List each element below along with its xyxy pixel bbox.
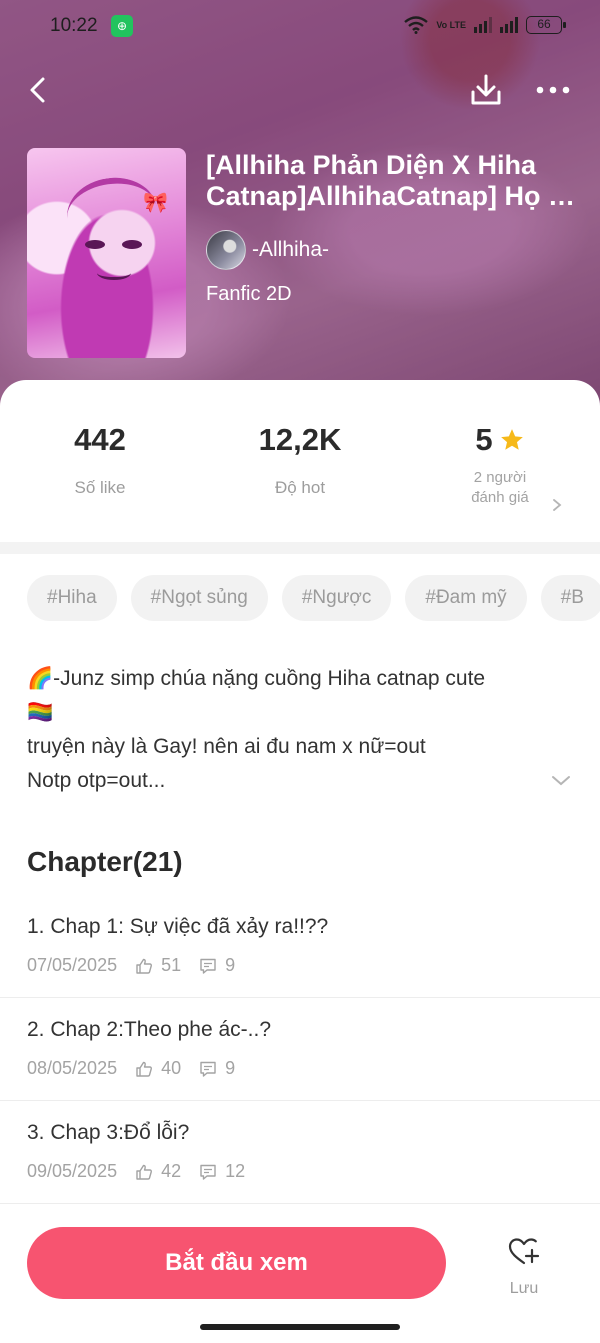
comment-icon bbox=[200, 1164, 216, 1180]
chevron-right-icon[interactable] bbox=[550, 497, 564, 513]
description-line: 🏳️‍🌈 bbox=[27, 701, 54, 724]
chapter-item[interactable]: 2. Chap 2:Theo phe ác-..? 08/05/2025 40 … bbox=[0, 998, 600, 1101]
tag-chip[interactable]: #Ngược bbox=[281, 575, 392, 621]
cover-art-bow: 🎀 bbox=[143, 192, 168, 214]
author-avatar bbox=[206, 230, 246, 270]
rating-label: 2 người đánh giá bbox=[400, 468, 600, 508]
stats-row: 442 Số like 12,2K Độ hot 5 2 người đánh … bbox=[0, 420, 600, 540]
back-arrow-icon[interactable] bbox=[20, 72, 56, 108]
chapter-meta: 08/05/2025 40 9 bbox=[27, 1058, 235, 1079]
save-label[interactable]: Lưu bbox=[500, 1280, 548, 1298]
chapter-title: 3. Chap 3:Đổ lỗi? bbox=[27, 1121, 190, 1144]
story-genre: Fanfic 2D bbox=[206, 283, 292, 305]
rating-value-row: 5 bbox=[400, 420, 600, 460]
author-link[interactable]: -Allhiha- bbox=[206, 230, 329, 270]
likes-value: 442 bbox=[74, 422, 126, 457]
chapter-likes: 40 bbox=[161, 1058, 182, 1078]
rating-value: 5 bbox=[475, 422, 493, 457]
story-details-sheet: 442 Số like 12,2K Độ hot 5 2 người đánh … bbox=[0, 380, 600, 1343]
thumbs-up-icon bbox=[136, 958, 153, 974]
home-indicator[interactable] bbox=[200, 1324, 400, 1330]
likes-label: Số like bbox=[74, 478, 126, 497]
app-notification-icon: ⊕ bbox=[111, 15, 133, 37]
rating-label-line2: đánh giá bbox=[471, 489, 529, 506]
description-line: truyện này là Gay! nên ai đu nam x nữ=ou… bbox=[27, 735, 426, 758]
chapter-comments: 9 bbox=[225, 955, 236, 975]
hot-label: Độ hot bbox=[274, 478, 326, 497]
thumbs-up-icon bbox=[136, 1164, 153, 1180]
chevron-down-icon[interactable] bbox=[550, 774, 572, 788]
chapter-meta: 07/05/2025 51 9 bbox=[27, 955, 235, 976]
rating-stat[interactable]: 5 2 người đánh giá bbox=[400, 420, 600, 508]
description-line: Notp otp=out... bbox=[27, 769, 166, 792]
likes-stat: 442 Số like bbox=[0, 420, 200, 498]
comment-icon bbox=[200, 958, 216, 974]
hot-stat: 12,2K Độ hot bbox=[200, 420, 400, 498]
heart-plus-icon[interactable] bbox=[507, 1236, 541, 1268]
chapter-list: 1. Chap 1: Sự việc đã xảy ra!!?? 07/05/2… bbox=[0, 895, 600, 1204]
chapter-title: 2. Chap 2:Theo phe ác-..? bbox=[27, 1018, 271, 1041]
story-description[interactable]: 🌈-Junz simp chúa nặng cuồng Hiha catnap … bbox=[27, 662, 547, 798]
status-indicators: Vo LTE 66 bbox=[404, 16, 566, 34]
signal-icon bbox=[474, 17, 492, 33]
description-line: 🌈-Junz simp chúa nặng cuồng Hiha catnap … bbox=[27, 667, 486, 690]
story-cover-image[interactable]: 🎀 bbox=[27, 148, 186, 358]
chapter-meta: 09/05/2025 42 12 bbox=[27, 1161, 245, 1182]
hot-value: 12,2K bbox=[258, 422, 342, 457]
chapter-date: 07/05/2025 bbox=[27, 955, 118, 975]
download-icon[interactable] bbox=[466, 70, 506, 110]
more-options-icon[interactable] bbox=[530, 70, 576, 110]
chapter-item[interactable]: 3. Chap 3:Đổ lỗi? 09/05/2025 42 12 bbox=[0, 1101, 600, 1204]
chapter-date: 09/05/2025 bbox=[27, 1161, 118, 1181]
chapters-heading: Chapter(21) bbox=[27, 846, 183, 877]
top-nav bbox=[0, 66, 600, 114]
battery-indicator: 66 bbox=[526, 16, 566, 34]
chapter-title: 1. Chap 1: Sự việc đã xảy ra!!?? bbox=[27, 915, 329, 938]
star-icon bbox=[500, 429, 523, 450]
chapter-likes: 42 bbox=[161, 1161, 182, 1181]
cover-art-eye bbox=[85, 240, 105, 249]
author-name: -Allhiha- bbox=[252, 238, 330, 261]
chapter-likes: 51 bbox=[161, 955, 182, 975]
wifi-icon bbox=[404, 16, 429, 34]
tag-list: #Hiha #Ngọt sủng #Ngược #Đam mỹ #B bbox=[27, 575, 600, 621]
volte-indicator: Vo LTE bbox=[436, 19, 466, 30]
thumbs-up-icon bbox=[136, 1061, 153, 1077]
tag-chip[interactable]: #B bbox=[540, 575, 600, 621]
story-title: [Allhiha Phản Diện X Hiha Catnap]Allhiha… bbox=[206, 150, 575, 211]
start-reading-button[interactable]: Bắt đầu xem bbox=[27, 1227, 446, 1299]
bottom-action-bar: Bắt đầu xem Lưu bbox=[0, 1210, 600, 1343]
signal-icon-2 bbox=[500, 17, 518, 33]
section-divider bbox=[0, 542, 600, 554]
comment-icon bbox=[200, 1061, 216, 1077]
chapter-item[interactable]: 1. Chap 1: Sự việc đã xảy ra!!?? 07/05/2… bbox=[0, 895, 600, 998]
chapter-comments: 9 bbox=[225, 1058, 236, 1078]
tag-chip[interactable]: #Ngọt sủng bbox=[130, 575, 268, 621]
tag-chip[interactable]: #Hiha bbox=[27, 575, 117, 621]
status-bar: 10:22 ⊕ Vo LTE 66 bbox=[0, 0, 600, 54]
cover-art-smile bbox=[97, 266, 131, 280]
chapter-comments: 12 bbox=[225, 1161, 246, 1181]
cover-art-eye bbox=[122, 240, 142, 249]
chapter-date: 08/05/2025 bbox=[27, 1058, 118, 1078]
status-time: 10:22 bbox=[50, 15, 98, 36]
tag-chip[interactable]: #Đam mỹ bbox=[405, 575, 527, 621]
rating-label-line1: 2 người bbox=[473, 469, 527, 486]
